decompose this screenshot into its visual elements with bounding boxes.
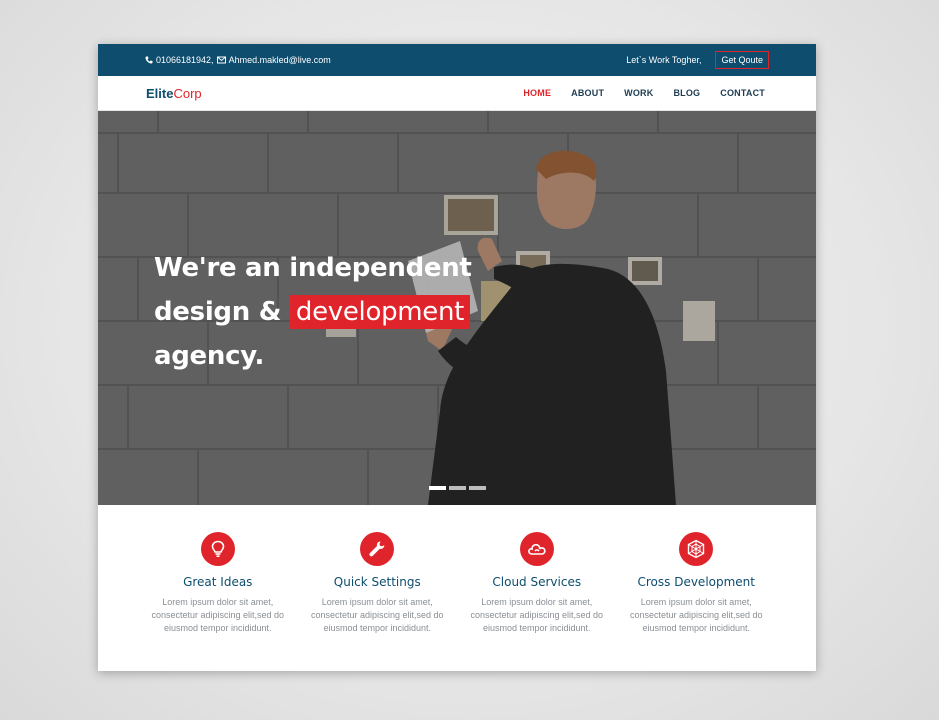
nav-item-about[interactable]: ABOUT	[571, 88, 604, 98]
slider-dot-3[interactable]	[469, 486, 486, 490]
nav-item-home[interactable]: HOME	[523, 88, 551, 98]
feature-desc-line: eiusmod tempor incididunt.	[163, 623, 272, 633]
feature-description: Lorem ipsum dolor sit amet, consectetur …	[298, 596, 458, 635]
email-address[interactable]: Ahmed.makled@live.com	[229, 55, 331, 65]
main-navbar: EliteCorp HOME ABOUT WORK BLOG CONTACT	[98, 76, 816, 111]
hero-line-2: design & development	[154, 290, 472, 334]
nav-item-work[interactable]: WORK	[624, 88, 653, 98]
feature-desc-line: Lorem ipsum dolor sit amet,	[162, 597, 274, 607]
contact-info: 01066181942, Ahmed.makled@live.com	[145, 55, 331, 65]
hero-line-1: We're an independent	[154, 253, 472, 283]
feature-desc-line: eiusmod tempor incididunt.	[482, 623, 591, 633]
feature-desc-line: consectetur adipiscing elit,sed do	[470, 610, 604, 620]
feature-card: Cloud Services Lorem ipsum dolor sit ame…	[457, 532, 617, 671]
feature-card: Great Ideas Lorem ipsum dolor sit amet, …	[138, 532, 298, 671]
feature-description: Lorem ipsum dolor sit amet, consectetur …	[617, 596, 777, 635]
hero-highlight: development	[289, 295, 471, 329]
hero-headline: We're an independent design & developmen…	[154, 246, 472, 378]
wrench-icon	[360, 532, 395, 566]
feature-title: Cross Development	[637, 575, 756, 589]
slider-dot-2[interactable]	[449, 486, 466, 490]
tagline: Let`s Work Togher,	[626, 55, 702, 65]
feature-desc-line: consectetur adipiscing elit,sed do	[629, 610, 763, 620]
feature-desc-line: Lorem ipsum dolor sit amet,	[640, 597, 752, 607]
envelope-icon	[216, 56, 226, 64]
lightbulb-icon	[200, 532, 235, 566]
feature-title: Quick Settings	[333, 575, 421, 589]
nav-item-contact[interactable]: CONTACT	[720, 88, 765, 98]
feature-card: Cross Development Lorem ipsum dolor sit …	[617, 532, 777, 671]
website-page: 01066181942, Ahmed.makled@live.com Let`s…	[98, 44, 816, 671]
feature-desc-line: eiusmod tempor incididunt.	[642, 623, 751, 633]
feature-desc-line: eiusmod tempor incididunt.	[323, 623, 432, 633]
brand-name-second: Corp	[173, 85, 202, 101]
top-bar: 01066181942, Ahmed.makled@live.com Let`s…	[98, 44, 816, 76]
features-section: Great Ideas Lorem ipsum dolor sit amet, …	[98, 505, 816, 671]
feature-desc-line: Lorem ipsum dolor sit amet,	[481, 597, 593, 607]
feature-title: Cloud Services	[492, 575, 582, 589]
brand-name-first: Elite	[146, 85, 174, 101]
top-right-group: Let`s Work Togher, Get Qoute	[626, 51, 769, 69]
hero-line-2-prefix: design &	[154, 297, 282, 327]
feature-description: Lorem ipsum dolor sit amet, consectetur …	[138, 596, 298, 635]
feature-title: Great Ideas	[183, 575, 253, 589]
brand-logo[interactable]: EliteCorp	[146, 86, 202, 101]
phone-icon	[145, 56, 153, 64]
feature-card: Quick Settings Lorem ipsum dolor sit ame…	[298, 532, 458, 671]
feature-description: Lorem ipsum dolor sit amet, consectetur …	[457, 596, 617, 635]
nav-menu: HOME ABOUT WORK BLOG CONTACT	[523, 88, 765, 98]
feature-desc-line: consectetur adipiscing elit,sed do	[151, 610, 285, 620]
feature-desc-line: Lorem ipsum dolor sit amet,	[321, 597, 433, 607]
nav-item-blog[interactable]: BLOG	[673, 88, 700, 98]
slider-pagination	[429, 486, 486, 490]
cube-icon	[679, 532, 714, 566]
hero-slider: We're an independent design & developmen…	[98, 111, 816, 505]
get-quote-button[interactable]: Get Qoute	[715, 51, 769, 69]
feature-desc-line: consectetur adipiscing elit,sed do	[310, 610, 444, 620]
slider-dot-1[interactable]	[429, 486, 446, 490]
hero-line-3: agency.	[154, 341, 265, 371]
cloud-icon	[519, 532, 554, 566]
phone-number: 01066181942,	[156, 55, 214, 65]
